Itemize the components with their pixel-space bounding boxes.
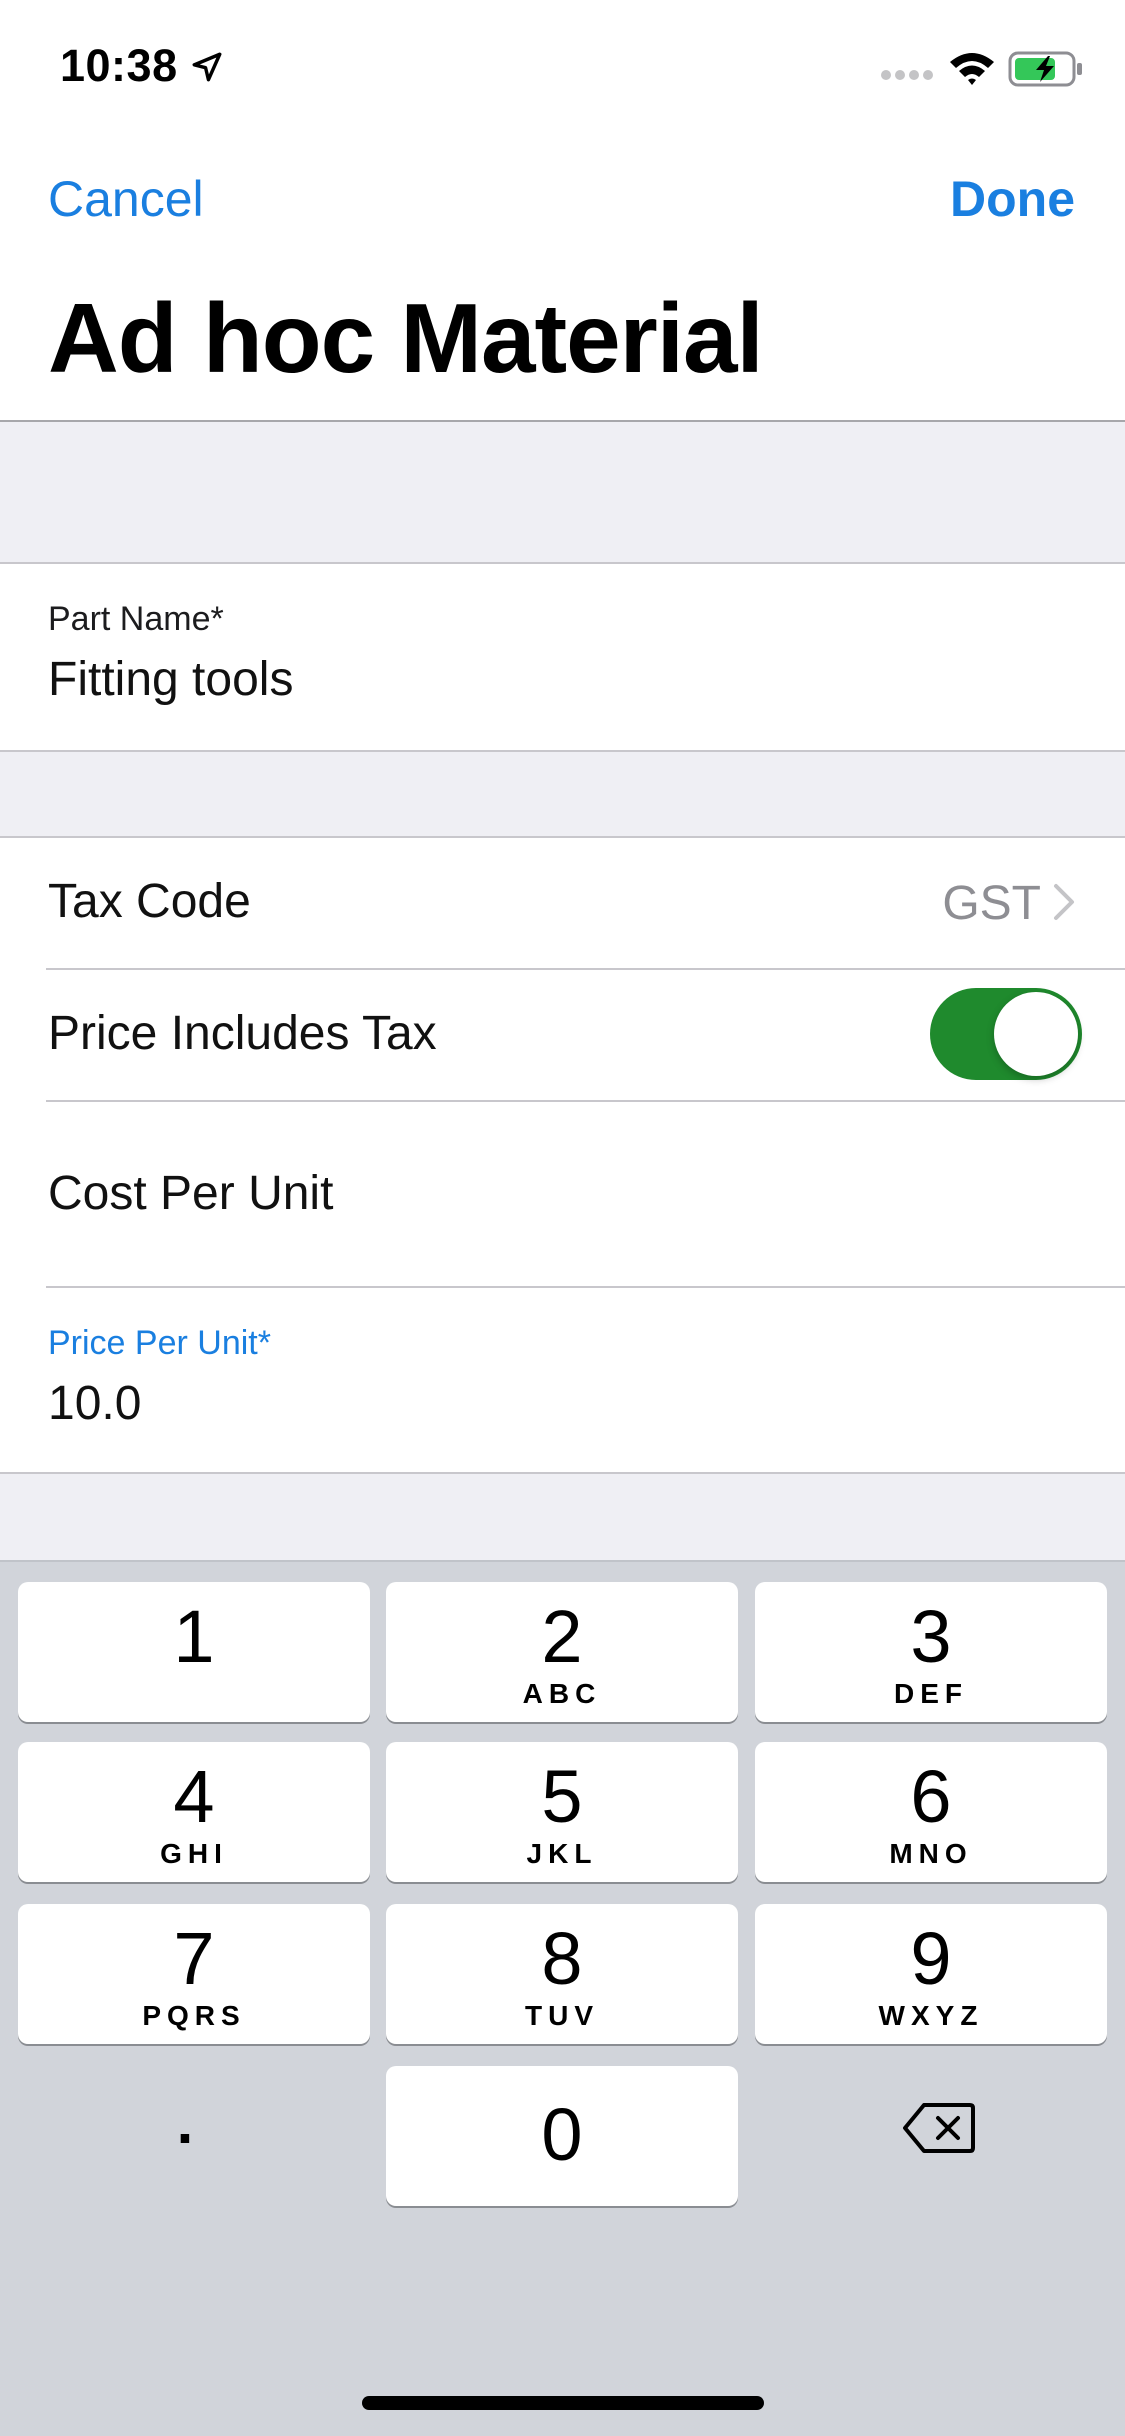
key-letters: WXYZ [878, 2000, 984, 2031]
wifi-icon [950, 53, 994, 85]
price-per-unit-value: 10.0 [48, 1377, 142, 1430]
key-number: 3 [910, 1595, 952, 1678]
home-indicator[interactable] [362, 2396, 764, 2410]
section-spacer [0, 422, 1125, 564]
backspace-icon[interactable] [902, 2102, 976, 2154]
key-number: 9 [910, 1917, 952, 2000]
key-letters: DEF [894, 1678, 968, 1709]
cost-per-unit-field[interactable]: Cost Per Unit [0, 1102, 1125, 1286]
key-letters: MNO [889, 1838, 973, 1869]
key-0[interactable]: 0 [386, 2066, 738, 2206]
key-2[interactable]: 2 ABC [386, 1582, 738, 1722]
key-number: 1 [173, 1595, 215, 1678]
key-number: 7 [173, 1917, 215, 2000]
key-letters: GHI [160, 1838, 228, 1869]
key-number: 5 [541, 1755, 583, 1838]
key-letters: TUV [525, 2000, 599, 2031]
key-number: 8 [541, 1917, 583, 2000]
cancel-button[interactable]: Cancel [48, 170, 204, 228]
tax-code-label: Tax Code [48, 875, 251, 928]
key-letters: PQRS [142, 2000, 246, 2031]
key-3[interactable]: 3 DEF [755, 1582, 1107, 1722]
key-1[interactable]: 1 [18, 1582, 370, 1722]
key-number: 6 [910, 1755, 952, 1838]
section-spacer [0, 752, 1125, 836]
key-9[interactable]: 9 WXYZ [755, 1904, 1107, 2044]
key-6[interactable]: 6 MNO [755, 1742, 1107, 1882]
key-5[interactable]: 5 JKL [386, 1742, 738, 1882]
key-letters: ABC [522, 1678, 602, 1709]
price-includes-tax-label: Price Includes Tax [48, 1007, 437, 1060]
tax-code-value: GST [942, 877, 1041, 930]
key-4[interactable]: 4 GHI [18, 1742, 370, 1882]
chevron-right-icon [1054, 884, 1074, 920]
key-number: 4 [173, 1755, 215, 1838]
location-arrow-icon [192, 52, 222, 82]
part-name-label: Part Name* [48, 600, 224, 638]
signal-dots-icon [881, 70, 933, 80]
key-7[interactable]: 7 PQRS [18, 1904, 370, 2044]
numeric-keyboard: 1 2 ABC 3 DEF 4 GHI 5 JKL 6 MNO 7 PQRS 8… [0, 1560, 1125, 2436]
done-button[interactable]: Done [950, 170, 1075, 228]
page-title: Ad hoc Material [48, 283, 764, 393]
key-number: 0 [541, 2093, 583, 2176]
part-name-value: Fitting tools [48, 653, 294, 706]
price-includes-tax-toggle[interactable] [930, 988, 1082, 1080]
key-letters: JKL [526, 1838, 598, 1869]
status-bar: 10:38 [0, 0, 1125, 132]
price-per-unit-field[interactable]: Price Per Unit* 10.0 [0, 1288, 1125, 1472]
key-number: 2 [541, 1595, 583, 1678]
section-spacer [0, 1474, 1125, 1560]
cost-per-unit-label: Cost Per Unit [48, 1167, 334, 1220]
price-per-unit-label: Price Per Unit* [48, 1324, 271, 1362]
battery-charging-icon [1008, 51, 1082, 87]
part-name-field[interactable]: Part Name* Fitting tools [0, 564, 1125, 750]
decimal-key[interactable]: . [60, 2088, 310, 2157]
key-8[interactable]: 8 TUV [386, 1904, 738, 2044]
status-time: 10:38 [60, 40, 178, 91]
toggle-knob [994, 992, 1078, 1076]
